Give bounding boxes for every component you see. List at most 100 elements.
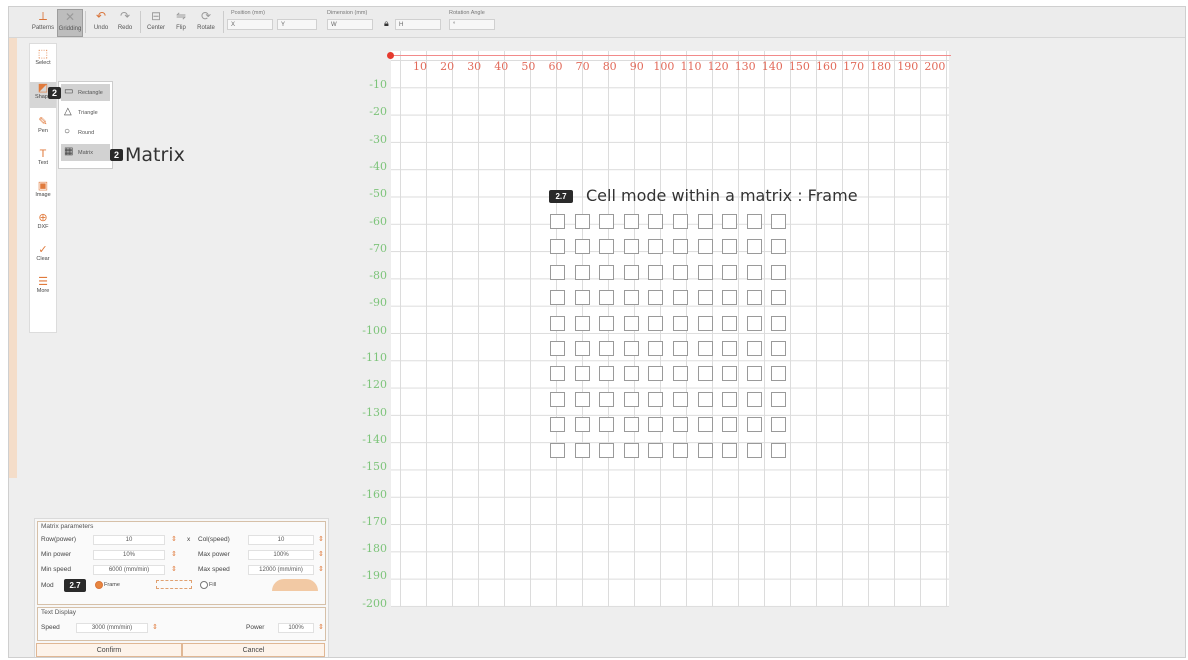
rotate-button[interactable]: ⟳ Rotate [194,9,218,35]
confirm-button[interactable]: Confirm [36,643,182,657]
patterns-button[interactable]: ⟂ Patterns [31,9,55,35]
text-power-spinner-icon[interactable]: ⇕ [318,623,324,631]
matrix-cell [771,417,787,433]
row-spinner-icon[interactable]: ⇕ [171,535,177,543]
matrix-cell [599,264,615,280]
x-ruler-tick: 80 [602,60,617,73]
x-ruler-tick: 60 [548,60,563,73]
matrix-cell [623,214,639,229]
min-power-label: Min power [41,551,71,558]
fill-radio[interactable] [200,581,208,589]
y-ruler-tick: -80 [369,269,387,283]
matrix-cell [746,442,762,458]
y-ruler-tick: -160 [362,487,387,501]
matrix-cell [648,239,664,255]
frame-radio-selected[interactable] [95,581,103,589]
flip-button[interactable]: ⇋ Flip [169,9,193,35]
rectangle-icon: ▭ [64,86,74,97]
dimension-h-field[interactable]: H [395,19,441,30]
text-display-title: Text Display [41,609,77,616]
max-speed-label: Max speed [198,566,230,573]
matrix-cell [673,264,688,280]
flyout-item-triangle[interactable]: △ Triangle [61,104,110,121]
text-power-field[interactable]: 100% [278,623,314,633]
dimension-w-field[interactable]: W [327,19,373,30]
image-icon: ▣ [37,180,49,192]
matrix-cell [722,341,738,356]
sidebar-item-text[interactable]: T Text [30,148,56,166]
matrix-cell [746,264,762,280]
y-ruler-tick: -190 [362,569,387,583]
y-ruler-tick: -170 [362,514,387,528]
sidebar-item-dxf[interactable]: ⊕ DXF [30,212,56,230]
max-speed-field[interactable]: 12000 (mm/min) [248,565,314,575]
max-speed-spinner-icon[interactable]: ⇕ [318,565,324,573]
min-power-spinner-icon[interactable]: ⇕ [171,550,177,558]
cancel-button[interactable]: Cancel [182,643,325,657]
flip-icon: ⇋ [175,9,187,23]
sidebar-item-clear[interactable]: ✓ Clear [30,244,56,262]
text-speed-spinner-icon[interactable]: ⇕ [152,623,158,631]
matrix-cell [673,239,688,255]
rotate-icon: ⟳ [200,9,212,23]
text-icon: T [39,148,47,160]
position-y-field[interactable]: Y [277,19,317,30]
redo-button[interactable]: ↷ Redo [113,9,137,35]
origin-marker [387,52,394,59]
matrix-cell [623,442,639,458]
x-ruler-tick: 70 [575,60,590,73]
flyout-item-matrix[interactable]: ▦ Matrix [61,144,110,161]
rotation-field[interactable]: ° [449,19,495,30]
matrix-cell [648,442,664,458]
matrix-cell [673,315,688,331]
work-canvas[interactable] [391,51,949,607]
undo-button[interactable]: ↶ Undo [89,9,113,35]
flyout-item-round[interactable]: ○ Round [61,124,110,141]
matrix-cell [648,417,664,433]
matrix-cell [648,264,664,280]
lock-icon[interactable]: 🔒︎ [384,18,389,29]
position-x-field[interactable]: X [227,19,273,30]
sidebar-item-image[interactable]: ▣ Image [30,180,56,198]
matrix-cell [771,315,787,331]
matrix-cell [771,442,787,458]
center-button[interactable]: ⊟ Center [144,9,168,35]
y-ruler-tick: -100 [362,323,387,337]
y-ruler-tick: -110 [362,351,387,364]
y-ruler-tick: -120 [362,378,387,392]
matrix-cell [697,239,713,255]
sidebar-item-select[interactable]: ⬚ Select [30,48,56,66]
row-power-field[interactable]: 10 [93,535,165,545]
max-power-spinner-icon[interactable]: ⇕ [318,550,324,558]
matrix-cell [771,264,787,280]
min-speed-spinner-icon[interactable]: ⇕ [171,565,177,573]
matrix-cell [673,214,688,229]
x-ruler-tick: 50 [521,60,536,73]
matrix-cell [746,290,762,306]
min-power-field[interactable]: 10% [93,550,165,560]
col-speed-field[interactable]: 10 [248,535,314,545]
min-speed-field[interactable]: 6000 (mm/min) [93,565,165,575]
y-ruler-tick: -30 [369,132,387,146]
matrix-cell [550,391,565,407]
matrix-cell [771,366,787,382]
matrix-cell [697,366,713,382]
y-ruler-tick: -70 [369,241,387,255]
sidebar-item-more[interactable]: ☰ More [30,276,56,294]
matrix-cell [697,442,713,458]
matrix-cell [648,290,664,306]
matrix-cell [697,214,713,229]
max-power-field[interactable]: 100% [248,550,314,560]
y-ruler-tick: -130 [362,405,387,419]
matrix-cell [599,417,615,433]
sidebar-item-pen[interactable]: ✎ Pen [30,116,56,134]
col-spinner-icon[interactable]: ⇕ [318,535,324,543]
flyout-item-rectangle[interactable]: ▭ Rectangle [61,84,110,101]
matrix-cell [722,239,738,255]
gridding-button[interactable]: ✕ Gridding [57,9,83,37]
matrix-parameters-group: Matrix parameters Row(power) 10 ⇕ x Col(… [37,521,326,605]
text-speed-field[interactable]: 3000 (mm/min) [76,623,148,633]
x-ruler-tick: 180 [870,60,892,73]
matrix-cell [722,214,738,229]
y-ruler-tick: -10 [369,78,387,91]
